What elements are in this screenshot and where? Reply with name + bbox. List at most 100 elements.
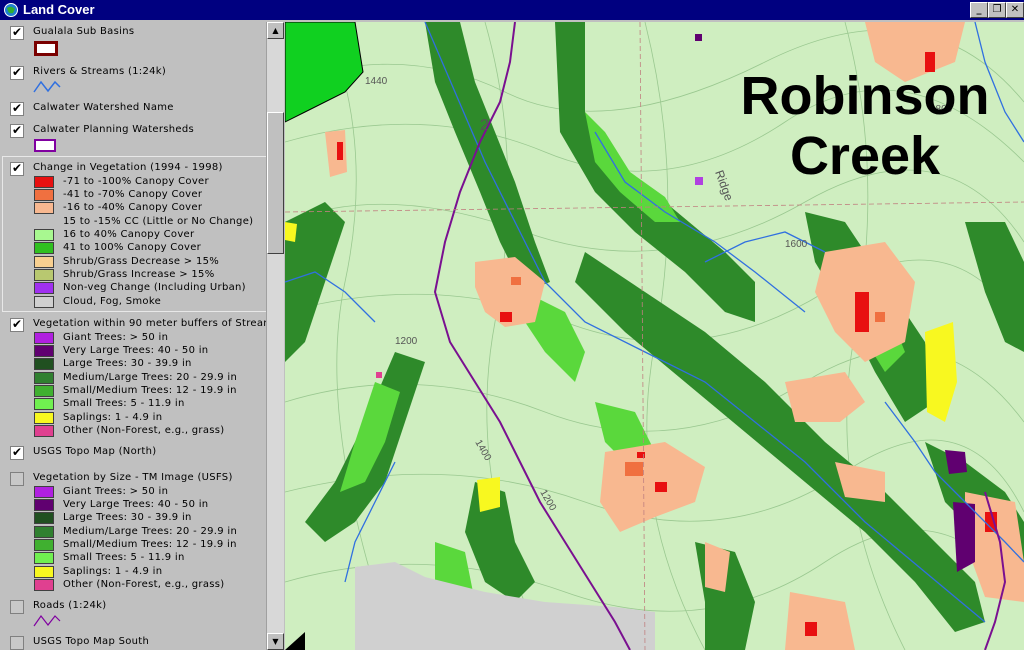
svg-text:1200: 1200 <box>537 488 558 513</box>
svg-text:1440: 1440 <box>365 76 388 87</box>
layer-name[interactable]: USGS Topo Map South <box>33 636 149 647</box>
scroll-down-button[interactable]: ▼ <box>267 633 284 650</box>
legend-label: Very Large Trees: 40 - 50 in <box>63 345 209 356</box>
legend-scrollbar[interactable]: ▲ ▼ <box>266 22 284 650</box>
legend-label: Other (Non-Forest, e.g., grass) <box>63 425 225 436</box>
layer-name[interactable]: USGS Topo Map (North) <box>33 446 156 457</box>
legend-swatch <box>34 526 54 538</box>
legend-swatch <box>34 229 54 241</box>
close-button[interactable]: ✕ <box>1006 2 1024 18</box>
line-symbol <box>33 614 61 627</box>
legend-swatch <box>34 412 54 424</box>
layer-visibility-checkbox[interactable] <box>10 472 24 486</box>
legend-swatch <box>34 358 54 370</box>
legend-swatch <box>34 282 54 294</box>
legend-swatch <box>34 425 54 437</box>
polygon-symbol <box>34 41 58 56</box>
legend-swatch <box>34 372 54 384</box>
layer-name[interactable]: Calwater Watershed Name <box>33 102 174 113</box>
layer-visibility-checkbox[interactable]: ✔ <box>10 318 24 332</box>
legend-label: Giant Trees: > 50 in <box>63 332 169 343</box>
map-view[interactable]: 1440 2 Ridge 1200 1400 1200 1600 1800 Ro… <box>285 22 1024 650</box>
layer-name[interactable]: Vegetation by Size - TM Image (USFS) <box>33 472 233 483</box>
legend-label: 16 to 40% Canopy Cover <box>63 229 195 240</box>
legend-label: -41 to -70% Canopy Cover <box>63 189 203 200</box>
legend-swatch <box>34 176 54 188</box>
legend-label: -16 to -40% Canopy Cover <box>63 202 203 213</box>
layer-visibility-checkbox[interactable]: ✔ <box>10 162 24 176</box>
legend-swatch <box>34 385 54 397</box>
legend-label: Giant Trees: > 50 in <box>63 486 169 497</box>
legend-swatch <box>34 256 54 268</box>
north-arrow-icon <box>285 632 305 650</box>
legend-swatch <box>34 189 54 201</box>
layer-visibility-checkbox[interactable]: ✔ <box>10 446 24 460</box>
minimize-button[interactable]: _ <box>970 2 988 18</box>
legend-label: 15 to -15% CC (Little or No Change) <box>63 216 254 227</box>
svg-text:2: 2 <box>480 117 489 134</box>
legend-label: Other (Non-Forest, e.g., grass) <box>63 579 225 590</box>
svg-text:1200: 1200 <box>395 336 418 347</box>
legend-swatch <box>34 486 54 498</box>
legend-label: Non-veg Change (Including Urban) <box>63 282 246 293</box>
legend-swatch <box>34 579 54 591</box>
legend-swatch <box>34 566 54 578</box>
legend-swatch <box>34 332 54 344</box>
legend-label: Small/Medium Trees: 12 - 19.9 in <box>63 539 237 550</box>
globe-icon <box>4 3 18 17</box>
scroll-up-button[interactable]: ▲ <box>267 22 284 39</box>
layer-name[interactable]: Calwater Planning Watersheds <box>33 124 194 135</box>
bright-green-patch <box>285 22 364 123</box>
layer-name[interactable]: Roads (1:24k) <box>33 600 106 611</box>
legend-swatch <box>34 512 54 524</box>
window-title: Land Cover <box>23 2 95 17</box>
legend-label: Saplings: 1 - 4.9 in <box>63 566 163 577</box>
layer-visibility-checkbox[interactable] <box>10 600 24 614</box>
scroll-thumb[interactable] <box>267 112 284 254</box>
layer-visibility-checkbox[interactable]: ✔ <box>10 102 24 116</box>
legend-swatch <box>34 398 54 410</box>
layer-name[interactable]: Gualala Sub Basins <box>33 26 134 37</box>
layer-name[interactable]: Vegetation within 90 meter buffers of St… <box>33 318 266 329</box>
svg-text:1400: 1400 <box>472 438 493 463</box>
legend-label: Cloud, Fog, Smoke <box>63 296 162 307</box>
legend-label: -71 to -100% Canopy Cover <box>63 176 209 187</box>
map-title: Robinson Creek <box>705 66 1024 186</box>
layer-visibility-checkbox[interactable]: ✔ <box>10 66 24 80</box>
legend-label: Medium/Large Trees: 20 - 29.9 in <box>63 372 238 383</box>
legend-label: Very Large Trees: 40 - 50 in <box>63 499 209 510</box>
legend-swatch <box>34 539 54 551</box>
legend-label: 41 to 100% Canopy Cover <box>63 242 202 253</box>
layer-visibility-checkbox[interactable]: ✔ <box>10 26 24 40</box>
legend-swatch <box>34 202 54 214</box>
legend-label: Shrub/Grass Decrease > 15% <box>63 256 220 267</box>
legend-label: Saplings: 1 - 4.9 in <box>63 412 163 423</box>
map-title-line1: Robinson <box>740 66 990 126</box>
line-symbol <box>33 80 61 93</box>
legend-label: Medium/Large Trees: 20 - 29.9 in <box>63 526 238 537</box>
map-title-line2: Creek <box>789 126 941 186</box>
legend-swatch <box>34 242 54 254</box>
layer-name[interactable]: Rivers & Streams (1:24k) <box>33 66 166 77</box>
legend-swatch <box>34 499 54 511</box>
legend-label: Large Trees: 30 - 39.9 in <box>63 512 192 523</box>
legend-label: Small Trees: 5 - 11.9 in <box>63 398 185 409</box>
legend-swatch <box>34 345 54 357</box>
legend-label: Large Trees: 30 - 39.9 in <box>63 358 192 369</box>
layer-visibility-checkbox[interactable]: ✔ <box>10 124 24 138</box>
title-bar: Land Cover _ ❐ ✕ <box>0 0 1024 20</box>
other-patch <box>376 372 382 378</box>
legend-swatch <box>34 296 54 308</box>
layer-name[interactable]: Change in Vegetation (1994 - 1998) <box>33 162 223 173</box>
layer-visibility-checkbox[interactable] <box>10 636 24 650</box>
legend-label: Small/Medium Trees: 12 - 19.9 in <box>63 385 237 396</box>
svg-text:1600: 1600 <box>785 239 808 250</box>
legend-swatch <box>34 269 54 281</box>
stream-buffer-light <box>340 112 905 622</box>
table-of-contents: ✔ Gualala Sub Basins ✔ Rivers & Streams … <box>2 22 266 650</box>
polygon-symbol <box>34 139 56 152</box>
giant-tree-patch <box>695 177 703 185</box>
legend-swatch <box>34 552 54 564</box>
legend-label: Shrub/Grass Increase > 15% <box>63 269 215 280</box>
restore-button[interactable]: ❐ <box>988 2 1006 18</box>
